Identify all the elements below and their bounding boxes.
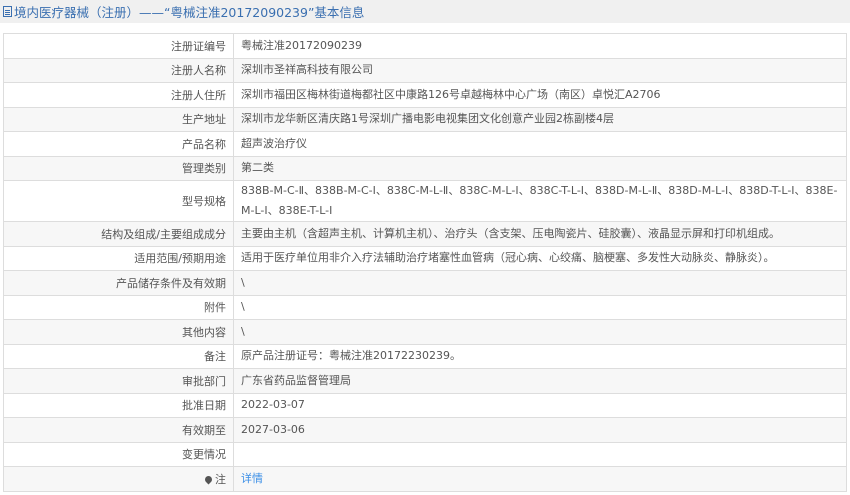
table-row: 附件 \ xyxy=(3,294,847,320)
row-value: 深圳市龙华新区清庆路1号深圳广播电影电视集团文化创意产业园2栋副楼4层 xyxy=(233,106,847,132)
row-label: 产品储存条件及有效期 xyxy=(3,270,234,296)
table-row: 其他内容 \ xyxy=(3,319,847,345)
table-row: 结构及组成/主要组成成分 主要由主机（含超声主机、计算机主机）、治疗头（含支架、压… xyxy=(3,221,847,247)
details-link[interactable]: 详情 xyxy=(241,472,263,485)
table-row: 产品名称 超声波治疗仪 xyxy=(3,131,847,157)
row-value: \ xyxy=(233,294,847,320)
row-label: 其他内容 xyxy=(3,319,234,345)
note-label: 注 xyxy=(215,472,226,486)
row-value: 2027-03-06 xyxy=(233,417,847,443)
table-row: 生产地址 深圳市龙华新区清庆路1号深圳广播电影电视集团文化创意产业园2栋副楼4层 xyxy=(3,106,847,132)
table-row: 管理类别 第二类 xyxy=(3,155,847,181)
table-row: 备注 原产品注册证号：粤械注准20172230239。 xyxy=(3,343,847,369)
row-label: 型号规格 xyxy=(3,180,234,222)
note-label-cell: 注 xyxy=(3,466,234,492)
table-row: 注册证编号 粤械注准20172090239 xyxy=(3,33,847,59)
table-row: 型号规格 838B-M-C-Ⅱ、838B-M-C-Ⅰ、838C-M-L-Ⅱ、838… xyxy=(3,180,847,222)
row-value: 深圳市圣祥高科技有限公司 xyxy=(233,57,847,83)
row-label: 批准日期 xyxy=(3,392,234,418)
row-label: 适用范围/预期用途 xyxy=(3,245,234,271)
row-label: 注册人名称 xyxy=(3,57,234,83)
table-row: 批准日期 2022-03-07 xyxy=(3,392,847,418)
document-icon xyxy=(3,6,12,17)
row-label: 审批部门 xyxy=(3,368,234,394)
table-row: 变更情况 xyxy=(3,441,847,467)
row-value: 适用于医疗单位用非介入疗法辅助治疗堵塞性血管病（冠心病、心绞痛、脑梗塞、多发性大… xyxy=(233,245,847,271)
row-label: 备注 xyxy=(3,343,234,369)
row-label: 附件 xyxy=(3,294,234,320)
table-row: 注册人名称 深圳市圣祥高科技有限公司 xyxy=(3,57,847,83)
row-value: \ xyxy=(233,319,847,345)
row-value: 838B-M-C-Ⅱ、838B-M-C-Ⅰ、838C-M-L-Ⅱ、838C-M-… xyxy=(233,180,847,222)
page-header: 境内医疗器械（注册）——“粤械注准20172090239”基本信息 xyxy=(0,0,850,23)
row-value: 超声波治疗仪 xyxy=(233,131,847,157)
row-value: 第二类 xyxy=(233,155,847,181)
row-value xyxy=(233,441,847,467)
row-label: 变更情况 xyxy=(3,441,234,467)
row-value: 广东省药品监督管理局 xyxy=(233,368,847,394)
row-value: 主要由主机（含超声主机、计算机主机）、治疗头（含支架、压电陶瓷片、硅胶囊）、液晶… xyxy=(233,221,847,247)
row-label: 生产地址 xyxy=(3,106,234,132)
table-row: 适用范围/预期用途 适用于医疗单位用非介入疗法辅助治疗堵塞性血管病（冠心病、心绞痛… xyxy=(3,245,847,271)
table-row: 产品储存条件及有效期 \ xyxy=(3,270,847,296)
table-row-note: 注 详情 xyxy=(3,466,847,492)
row-value: 深圳市福田区梅林街道梅都社区中康路126号卓越梅林中心广场（南区）卓悦汇A270… xyxy=(233,82,847,108)
page-title: 境内医疗器械（注册）——“粤械注准20172090239”基本信息 xyxy=(14,5,365,20)
row-value: 粤械注准20172090239 xyxy=(233,33,847,59)
row-value: 原产品注册证号：粤械注准20172230239。 xyxy=(233,343,847,369)
row-label: 有效期至 xyxy=(3,417,234,443)
info-table: 注册证编号 粤械注准20172090239 注册人名称 深圳市圣祥高科技有限公司 注册人… xyxy=(3,33,847,492)
row-value: \ xyxy=(233,270,847,296)
row-label: 结构及组成/主要组成成分 xyxy=(3,221,234,247)
pin-icon xyxy=(203,474,214,485)
row-label: 注册人住所 xyxy=(3,82,234,108)
table-row: 注册人住所 深圳市福田区梅林街道梅都社区中康路126号卓越梅林中心广场（南区）卓悦… xyxy=(3,82,847,108)
row-label: 产品名称 xyxy=(3,131,234,157)
table-row: 有效期至 2027-03-06 xyxy=(3,417,847,443)
row-label: 管理类别 xyxy=(3,155,234,181)
row-label: 注册证编号 xyxy=(3,33,234,59)
table-row: 审批部门 广东省药品监督管理局 xyxy=(3,368,847,394)
row-value: 2022-03-07 xyxy=(233,392,847,418)
